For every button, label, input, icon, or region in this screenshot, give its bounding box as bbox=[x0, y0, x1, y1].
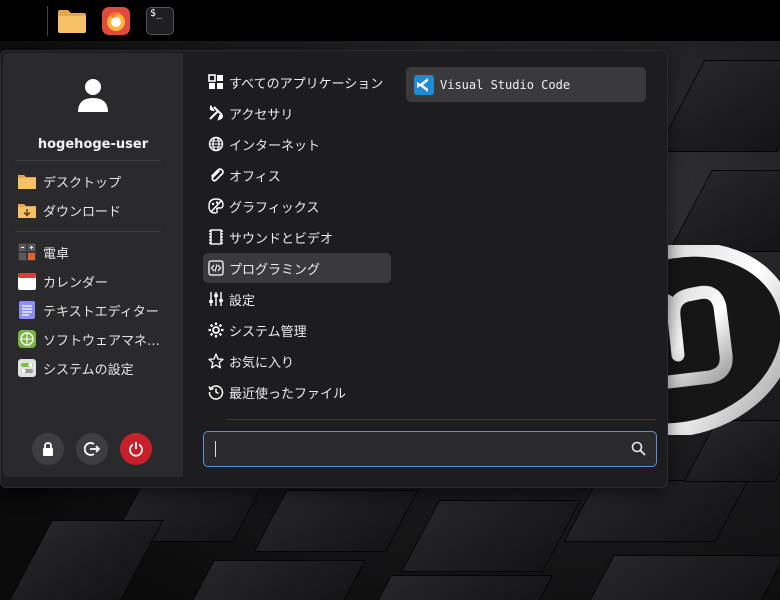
category-label: 最近使ったファイル bbox=[229, 386, 347, 402]
category-label: 設定 bbox=[229, 293, 256, 309]
lock-screen-button[interactable] bbox=[32, 433, 64, 465]
place-item-desktop[interactable]: デスクトップ bbox=[17, 168, 177, 194]
power-button[interactable] bbox=[120, 433, 152, 465]
category-internet[interactable]: インターネット bbox=[203, 129, 391, 159]
tools-icon bbox=[207, 104, 225, 122]
category-accessories[interactable]: アクセサリ bbox=[203, 98, 391, 128]
category-label: オフィス bbox=[229, 169, 281, 185]
panel-separator bbox=[47, 6, 48, 36]
firefox-icon bbox=[102, 6, 130, 35]
menu-sidebar: hogehoge-user デスクトップ ダウンロード 電卓 カレンダー テキス… bbox=[3, 53, 183, 477]
category-favorites[interactable]: お気に入り bbox=[203, 346, 391, 376]
terminal-icon-label: $_ bbox=[150, 7, 163, 19]
favorite-item-label: 電卓 bbox=[43, 246, 70, 262]
app-item-label: Visual Studio Code bbox=[440, 77, 571, 92]
files-launcher[interactable] bbox=[50, 0, 94, 41]
category-office[interactable]: オフィス bbox=[203, 160, 391, 190]
search-divider bbox=[226, 419, 656, 420]
grid-icon bbox=[207, 73, 225, 91]
app-item-vscode[interactable]: Visual Studio Code bbox=[406, 67, 646, 102]
film-icon bbox=[207, 228, 225, 246]
place-item-downloads[interactable]: ダウンロード bbox=[17, 197, 177, 223]
terminal-icon: $_ bbox=[146, 6, 174, 35]
vscode-icon bbox=[414, 74, 434, 95]
favorite-item-calculator[interactable]: 電卓 bbox=[17, 239, 177, 265]
logout-icon bbox=[84, 442, 100, 456]
lock-icon bbox=[43, 442, 53, 456]
favorite-item-label: システムの設定 bbox=[43, 362, 134, 378]
category-sound-video[interactable]: サウンドとビデオ bbox=[203, 222, 391, 252]
sliders-icon bbox=[207, 290, 225, 308]
palette-icon bbox=[207, 197, 225, 215]
download-folder-icon bbox=[17, 200, 37, 220]
favorite-item-calendar[interactable]: カレンダー bbox=[17, 268, 177, 294]
history-icon bbox=[207, 383, 225, 401]
favorite-item-label: ソフトウェアマネ… bbox=[43, 333, 161, 349]
text-editor-icon bbox=[17, 300, 37, 320]
calculator-icon bbox=[17, 242, 37, 262]
code-icon bbox=[207, 259, 225, 277]
favorite-item-label: テキストエディター bbox=[43, 304, 159, 320]
top-panel: $_ bbox=[0, 0, 780, 488]
search-icon[interactable] bbox=[631, 441, 646, 456]
favorite-item-system-settings[interactable]: システムの設定 bbox=[17, 355, 177, 381]
category-label: すべてのアプリケーション bbox=[229, 76, 384, 92]
favorite-item-text-editor[interactable]: テキストエディター bbox=[17, 297, 177, 323]
star-icon bbox=[207, 352, 225, 370]
place-item-label: ダウンロード bbox=[43, 204, 122, 220]
power-icon bbox=[129, 442, 143, 457]
category-label: システム管理 bbox=[229, 324, 307, 340]
folder-icon bbox=[58, 9, 86, 33]
category-label: サウンドとビデオ bbox=[229, 231, 334, 247]
calendar-icon bbox=[17, 271, 37, 291]
application-menu: hogehoge-user デスクトップ ダウンロード 電卓 カレンダー テキス… bbox=[0, 50, 668, 488]
paperclip-icon bbox=[207, 166, 225, 184]
category-label: アクセサリ bbox=[229, 107, 294, 123]
category-label: グラフィックス bbox=[229, 200, 320, 216]
category-administration[interactable]: システム管理 bbox=[203, 315, 391, 345]
username-label: hogehoge-user bbox=[37, 137, 149, 152]
logout-button[interactable] bbox=[76, 433, 108, 465]
software-manager-icon bbox=[17, 329, 37, 349]
place-item-label: デスクトップ bbox=[43, 175, 122, 191]
category-label: お気に入り bbox=[229, 355, 295, 371]
favorite-item-label: カレンダー bbox=[43, 275, 109, 291]
category-graphics[interactable]: グラフィックス bbox=[203, 191, 391, 221]
category-programming[interactable]: プログラミング bbox=[203, 253, 391, 283]
globe-icon bbox=[207, 135, 225, 153]
category-all-applications[interactable]: すべてのアプリケーション bbox=[203, 67, 391, 97]
firefox-launcher[interactable] bbox=[94, 0, 138, 41]
search-input[interactable] bbox=[203, 431, 657, 467]
category-label: プログラミング bbox=[229, 262, 321, 278]
category-recent-files[interactable]: 最近使ったファイル bbox=[203, 377, 391, 407]
folder-icon bbox=[17, 171, 37, 191]
gear-icon bbox=[207, 321, 225, 339]
favorite-item-software-manager[interactable]: ソフトウェアマネ… bbox=[17, 326, 177, 352]
category-label: インターネット bbox=[229, 138, 321, 154]
sidebar-divider bbox=[15, 160, 161, 161]
user-avatar-icon bbox=[78, 79, 108, 112]
text-cursor bbox=[215, 441, 216, 457]
sidebar-divider bbox=[15, 231, 161, 232]
system-settings-icon bbox=[17, 358, 37, 378]
category-settings[interactable]: 設定 bbox=[203, 284, 391, 314]
terminal-launcher[interactable]: $_ bbox=[138, 0, 182, 41]
